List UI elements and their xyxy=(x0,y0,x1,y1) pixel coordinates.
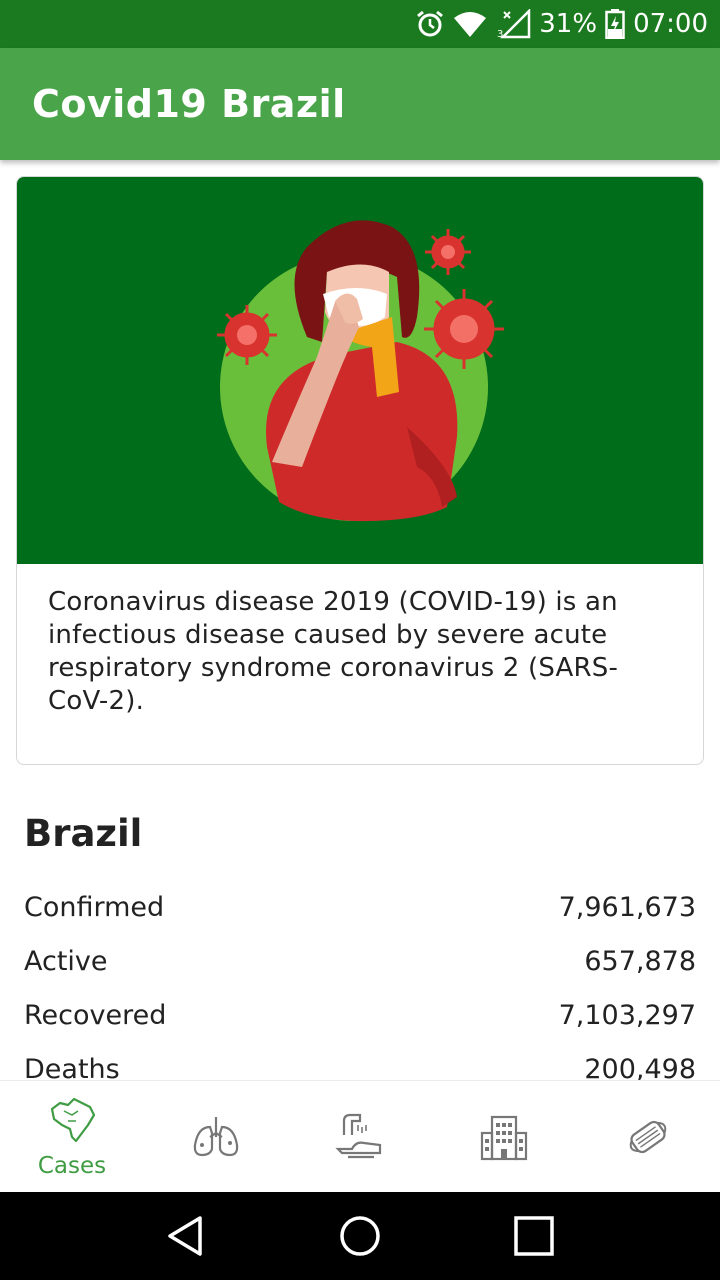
stat-label: Confirmed xyxy=(24,891,165,923)
status-bar: 3 31% 07:00 xyxy=(0,0,720,48)
recents-icon[interactable] xyxy=(513,1216,554,1256)
app-title: Covid19 Brazil xyxy=(32,82,346,126)
nav-item-prevention[interactable] xyxy=(288,1081,432,1192)
nav-label-cases: Cases xyxy=(37,1152,107,1179)
handwash-icon xyxy=(335,1113,382,1158)
battery-percent: 31% xyxy=(539,9,598,39)
stat-row-recovered: Recovered 7,103,297 xyxy=(24,988,696,1042)
stats-list: Confirmed 7,961,673 Active 657,878 Recov… xyxy=(24,880,696,1081)
signal-icon: 3 xyxy=(497,9,531,39)
nav-item-masks[interactable] xyxy=(576,1081,720,1192)
stat-value: 7,103,297 xyxy=(558,999,696,1031)
nav-item-symptoms[interactable] xyxy=(144,1081,288,1192)
nav-item-cases[interactable]: Cases xyxy=(0,1081,144,1192)
stat-value: 7,961,673 xyxy=(558,891,696,923)
lungs-icon xyxy=(193,1116,239,1156)
wifi-icon xyxy=(454,12,487,37)
app-bar: Covid19 Brazil xyxy=(0,48,720,160)
stat-label: Deaths xyxy=(24,1053,120,1081)
stat-value: 200,498 xyxy=(584,1053,696,1081)
country-title: Brazil xyxy=(24,812,143,855)
brazil-map-icon xyxy=(50,1097,96,1142)
face-mask-icon xyxy=(629,1120,667,1153)
nav-item-hospitals[interactable] xyxy=(432,1081,576,1192)
back-icon[interactable] xyxy=(166,1216,206,1256)
stat-row-deaths: Deaths 200,498 xyxy=(24,1042,696,1081)
battery-icon xyxy=(605,9,625,39)
hospital-icon xyxy=(480,1115,528,1160)
stat-row-confirmed: Confirmed 7,961,673 xyxy=(24,880,696,934)
svg-text:3: 3 xyxy=(497,29,503,39)
stat-label: Active xyxy=(24,945,108,977)
system-navigation-bar xyxy=(0,1192,720,1280)
alarm-icon xyxy=(417,10,444,37)
info-card: Coronavirus disease 2019 (COVID-19) is a… xyxy=(16,176,704,765)
covid-description: Coronavirus disease 2019 (COVID-19) is a… xyxy=(48,587,619,716)
stat-value: 657,878 xyxy=(584,945,696,977)
clock: 07:00 xyxy=(633,9,708,39)
hero-illustration xyxy=(17,177,703,564)
stat-label: Recovered xyxy=(24,999,167,1031)
stat-row-active: Active 657,878 xyxy=(24,934,696,988)
bottom-navigation: Cases xyxy=(0,1080,720,1192)
home-icon[interactable] xyxy=(339,1215,381,1257)
